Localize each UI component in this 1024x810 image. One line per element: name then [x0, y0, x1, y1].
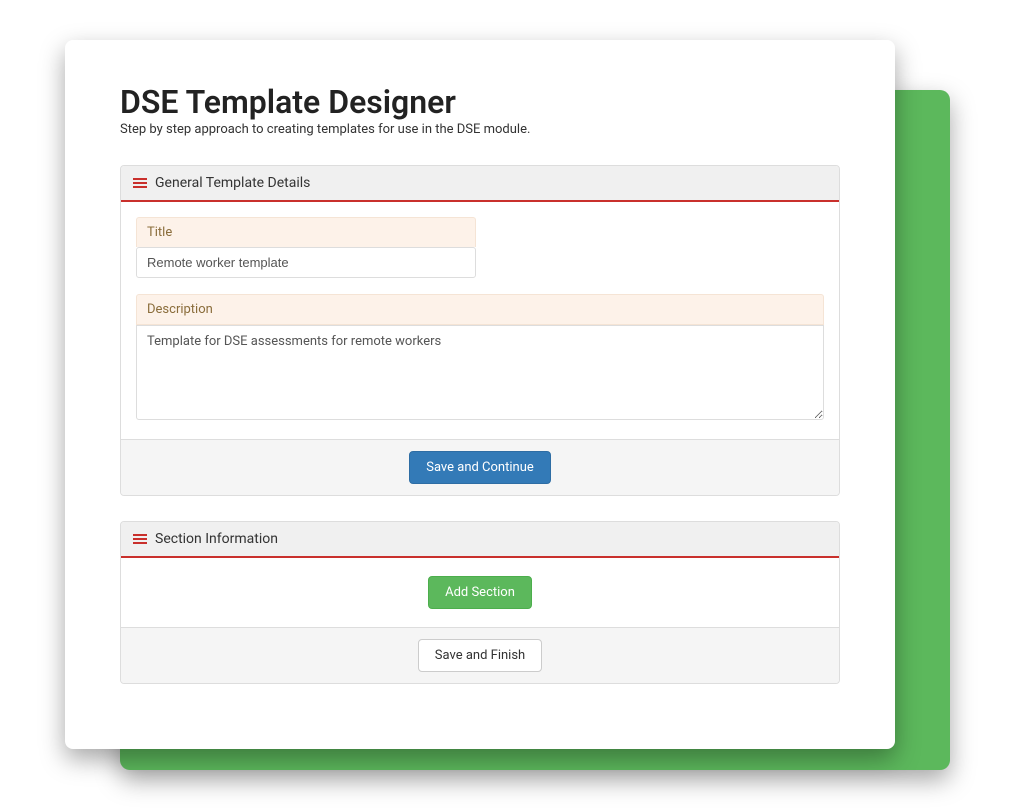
- general-details-panel: General Template Details Title Descripti…: [120, 165, 840, 496]
- section-info-panel: Section Information Add Section Save and…: [120, 521, 840, 684]
- section-info-body: Add Section: [121, 558, 839, 627]
- page-title: DSE Template Designer: [120, 85, 840, 120]
- general-details-body: Title Description: [121, 202, 839, 439]
- menu-icon: [133, 533, 147, 545]
- description-textarea[interactable]: [136, 325, 824, 420]
- general-details-title: General Template Details: [155, 175, 310, 191]
- save-finish-button[interactable]: Save and Finish: [418, 639, 542, 672]
- menu-icon: [133, 177, 147, 189]
- general-details-footer: Save and Continue: [121, 439, 839, 495]
- section-info-title: Section Information: [155, 531, 278, 547]
- description-field-group: Description: [136, 294, 824, 424]
- description-label: Description: [136, 294, 824, 325]
- general-details-header: General Template Details: [121, 166, 839, 202]
- title-field-group: Title: [136, 217, 824, 278]
- save-continue-button[interactable]: Save and Continue: [409, 451, 551, 484]
- add-section-button[interactable]: Add Section: [428, 576, 532, 609]
- page-subtitle: Step by step approach to creating templa…: [120, 122, 840, 137]
- section-info-header: Section Information: [121, 522, 839, 558]
- section-info-footer: Save and Finish: [121, 627, 839, 683]
- title-label: Title: [136, 217, 476, 247]
- main-card: DSE Template Designer Step by step appro…: [65, 40, 895, 749]
- title-input[interactable]: [136, 247, 476, 278]
